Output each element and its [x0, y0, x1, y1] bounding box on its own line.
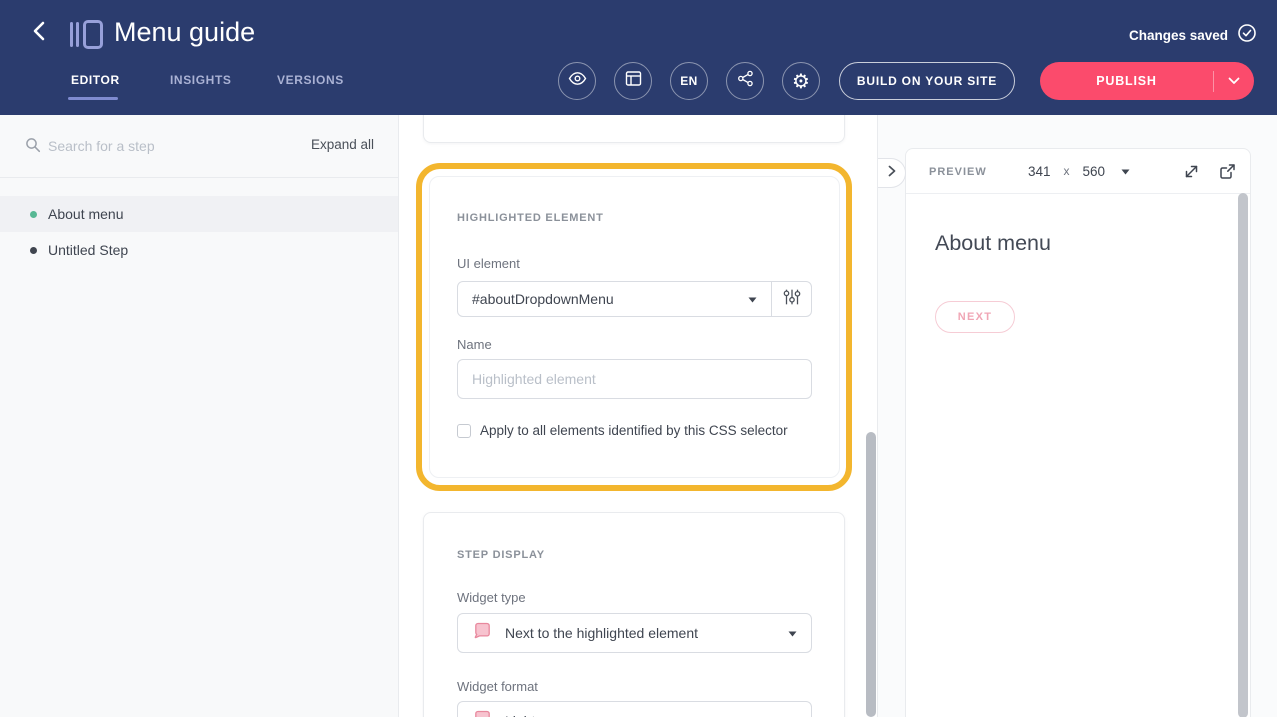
- preview-eye-button[interactable]: [558, 62, 596, 100]
- steps-sidebar: Expand all About menu Untitled Step: [0, 115, 399, 717]
- preview-title: PREVIEW: [929, 166, 987, 178]
- chevron-right-icon: [888, 164, 896, 182]
- logo-rect: [83, 20, 103, 49]
- sidebar-divider: [0, 177, 398, 178]
- page-title: Menu guide: [114, 17, 255, 48]
- name-label: Name: [457, 337, 492, 352]
- ui-element-select[interactable]: #aboutDropdownMenu: [458, 282, 771, 316]
- settings-button[interactable]: ⚙: [782, 62, 820, 100]
- tab-editor[interactable]: EDITOR: [71, 73, 120, 87]
- step-item-about-menu[interactable]: About menu: [0, 196, 398, 232]
- preview-height-value: 560: [1083, 164, 1106, 179]
- step-display-card: STEP DISPLAY Widget type Next to the hig…: [423, 512, 845, 717]
- external-link-icon: [1218, 162, 1237, 181]
- language-button[interactable]: EN: [670, 62, 708, 100]
- expand-all-link[interactable]: Expand all: [311, 137, 374, 152]
- app-window: Menu guide Changes saved EDITOR INSIGHTS…: [0, 0, 1277, 717]
- back-button[interactable]: [26, 20, 52, 46]
- step-label: Untitled Step: [48, 242, 128, 258]
- expand-arrows-icon: [1182, 162, 1201, 181]
- preview-step-title: About menu: [935, 231, 1051, 256]
- preview-size-separator: x: [1064, 164, 1070, 178]
- logo-bar: [76, 22, 79, 47]
- widget-format-select[interactable]: Light: [457, 701, 812, 717]
- app-header: Menu guide Changes saved EDITOR INSIGHTS…: [0, 0, 1277, 115]
- eye-icon: [568, 69, 587, 93]
- layout-icon: [625, 70, 642, 92]
- widget-format-label: Widget format: [457, 679, 538, 694]
- step-status-dot: [30, 247, 37, 254]
- name-input[interactable]: [457, 359, 812, 399]
- widget-type-select[interactable]: Next to the highlighted element: [457, 613, 812, 653]
- checkbox-label: Apply to all elements identified by this…: [480, 423, 788, 438]
- step-label: About menu: [48, 206, 124, 222]
- language-label: EN: [680, 74, 697, 88]
- highlighted-element-card: HIGHLIGHTED ELEMENT UI element #aboutDro…: [429, 176, 840, 478]
- changes-saved-status: Changes saved: [1129, 23, 1257, 48]
- preview-header: PREVIEW 341 x 560: [906, 149, 1250, 194]
- previous-settings-card: [423, 115, 845, 143]
- publish-dropdown-toggle[interactable]: [1214, 77, 1254, 85]
- fullscreen-button[interactable]: [1182, 162, 1201, 181]
- sliders-icon: [781, 286, 803, 313]
- widget-bubble-icon: [472, 708, 493, 717]
- element-settings-button[interactable]: [771, 282, 811, 316]
- caret-down-icon: [748, 290, 757, 308]
- widget-bubble-icon: [472, 620, 493, 646]
- tab-versions[interactable]: VERSIONS: [277, 73, 344, 87]
- editor-scrollbar-thumb[interactable]: [866, 432, 876, 717]
- preview-next-button[interactable]: NEXT: [935, 301, 1015, 333]
- share-button[interactable]: [726, 62, 764, 100]
- publish-button-label: PUBLISH: [1040, 74, 1213, 88]
- next-button-label: NEXT: [958, 311, 993, 323]
- chevron-left-icon: [32, 21, 46, 46]
- step-status-dot: [30, 211, 37, 218]
- section-title: HIGHLIGHTED ELEMENT: [457, 212, 604, 224]
- widget-type-value: Next to the highlighted element: [505, 625, 788, 641]
- publish-button[interactable]: PUBLISH: [1040, 62, 1254, 100]
- active-tab-underline: [68, 97, 118, 100]
- apply-all-checkbox-row[interactable]: Apply to all elements identified by this…: [457, 423, 788, 438]
- widget-format-value: Light: [505, 713, 788, 717]
- check-circle-icon: [1237, 23, 1257, 48]
- section-title: STEP DISPLAY: [457, 549, 545, 561]
- search-input[interactable]: [48, 131, 278, 161]
- layout-button[interactable]: [614, 62, 652, 100]
- guide-type-icon: [70, 20, 104, 50]
- step-editor-panel: HIGHLIGHTED ELEMENT UI element #aboutDro…: [399, 115, 878, 717]
- build-on-your-site-button[interactable]: BUILD ON YOUR SITE: [839, 62, 1015, 100]
- checkbox-unchecked[interactable]: [457, 424, 471, 438]
- ui-element-select-group: #aboutDropdownMenu: [457, 281, 812, 317]
- preview-size-selector[interactable]: 341 x 560: [1028, 162, 1130, 180]
- search-icon: [25, 137, 41, 158]
- step-item-untitled-step[interactable]: Untitled Step: [0, 232, 398, 268]
- tab-insights[interactable]: INSIGHTS: [170, 73, 231, 87]
- preview-panel: PREVIEW 341 x 560 About menu NEXT: [905, 148, 1251, 717]
- share-icon: [737, 70, 754, 92]
- ui-element-label: UI element: [457, 256, 520, 271]
- widget-type-label: Widget type: [457, 590, 526, 605]
- step-search-row: Expand all: [0, 115, 398, 177]
- preview-width-value: 341: [1028, 164, 1051, 179]
- logo-bar: [70, 22, 73, 47]
- caret-down-icon: [1121, 162, 1130, 180]
- build-button-label: BUILD ON YOUR SITE: [857, 74, 997, 88]
- ui-element-value: #aboutDropdownMenu: [472, 291, 748, 307]
- caret-down-icon: [788, 712, 797, 717]
- preview-scrollbar-thumb[interactable]: [1238, 193, 1248, 717]
- open-external-button[interactable]: [1218, 162, 1237, 181]
- gear-icon: ⚙: [792, 71, 810, 91]
- changes-saved-label: Changes saved: [1129, 28, 1228, 43]
- caret-down-icon: [788, 624, 797, 642]
- chevron-down-icon: [1228, 77, 1240, 85]
